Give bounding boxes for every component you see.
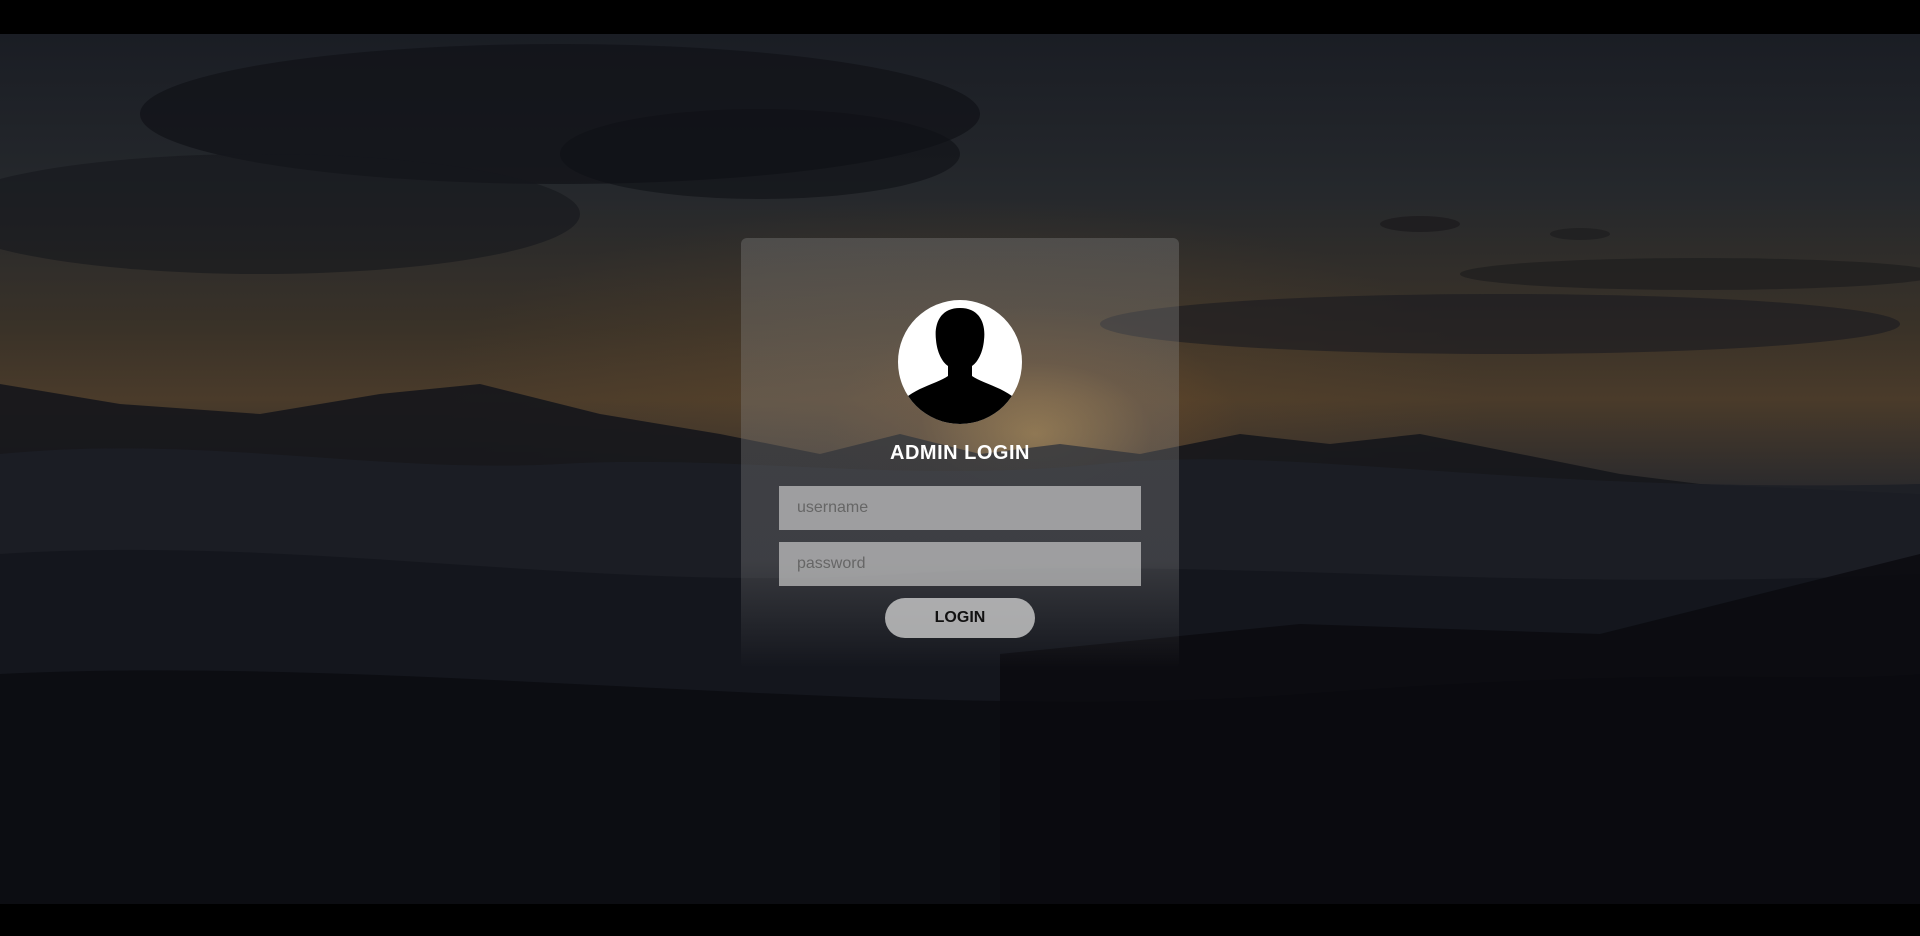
page-background: ADMIN LOGIN LOGIN — [0, 0, 1920, 936]
avatar — [898, 300, 1022, 424]
login-title: ADMIN LOGIN — [890, 442, 1030, 464]
login-card: ADMIN LOGIN LOGIN — [741, 238, 1179, 668]
login-button[interactable]: LOGIN — [885, 598, 1035, 638]
username-input[interactable] — [779, 486, 1141, 530]
password-input[interactable] — [779, 542, 1141, 586]
user-silhouette-icon — [904, 308, 1016, 424]
